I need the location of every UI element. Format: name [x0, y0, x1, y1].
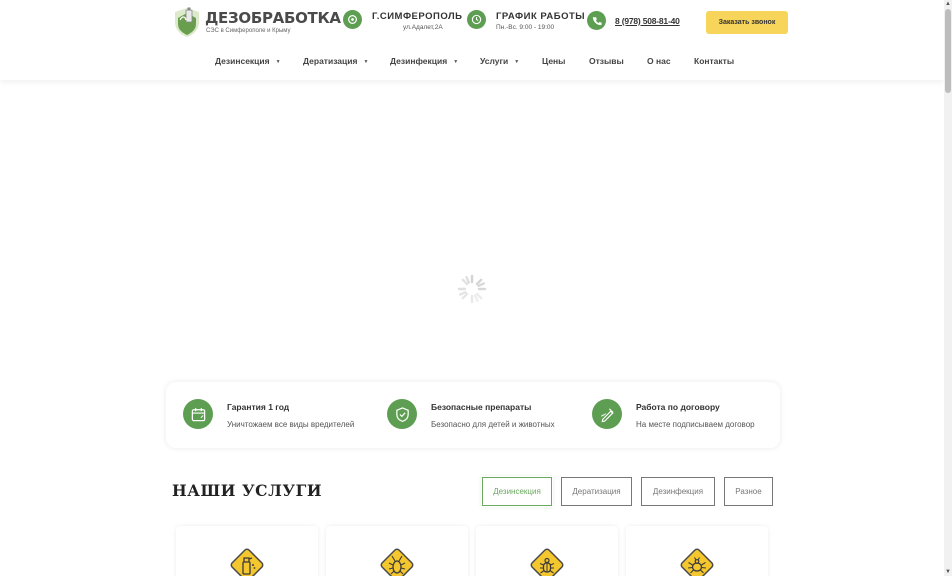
tab-deratization[interactable]: Дератизация: [561, 477, 632, 506]
feature-title: Гарантия 1 год: [227, 402, 290, 412]
tab-disinsection[interactable]: Дезинсекция: [482, 477, 552, 506]
location-pin-icon: [343, 10, 362, 29]
nav-item-label: Дератизация: [303, 56, 358, 66]
feature-description: На месте подписываем договор: [636, 420, 755, 429]
page: ДЕЗОБРАБОТКА СЭС в Симферополе и Крыму Г…: [0, 0, 952, 576]
nav-item-label: Дезинсекция: [215, 56, 270, 66]
phone-icon: [587, 11, 606, 30]
feature-description: Безопасно для детей и животных: [431, 420, 555, 429]
features-panel: Гарантия 1 год Уничтожаем все виды вреди…: [166, 382, 780, 448]
page-scrollbar[interactable]: ▲ ▼: [944, 0, 952, 576]
nav-item-deratization[interactable]: Дератизация ▼: [303, 56, 368, 66]
address: ул.Адалет,2А: [403, 24, 443, 31]
header: ДЕЗОБРАБОТКА СЭС в Симферополе и Крыму Г…: [0, 0, 944, 44]
service-card[interactable]: [476, 526, 618, 576]
chevron-down-icon: ▼: [514, 59, 520, 65]
scroll-up-arrow-icon[interactable]: ▲: [944, 0, 952, 8]
nav-item-label: Услуги: [480, 56, 509, 66]
cockroach-icon: [380, 548, 414, 576]
nav-item-disinsection[interactable]: Дезинсекция ▼: [215, 56, 281, 66]
tab-misc[interactable]: Разное: [724, 477, 773, 506]
feature-title: Безопасные препараты: [431, 402, 532, 412]
feature-description: Уничтожаем все виды вредителей: [227, 420, 355, 429]
schedule-hours: Пн.-Вс. 9:00 - 19:00: [496, 24, 555, 31]
chevron-down-icon: ▼: [453, 59, 459, 65]
nav-item-services[interactable]: Услуги ▼: [480, 56, 519, 66]
feature-safe-preparations: Безопасные препараты Безопасно для детей…: [387, 382, 587, 448]
loading-spinner-icon: [457, 274, 487, 304]
chevron-down-icon: ▼: [363, 59, 369, 65]
scroll-thumb[interactable]: [945, 9, 951, 93]
logo-shield-icon: [175, 7, 199, 37]
city-name: Г.СИМФЕРОПОЛЬ: [372, 11, 463, 22]
location-block: Г.СИМФЕРОПОЛЬ ул.Адалет,2А: [343, 10, 462, 34]
shield-check-icon: [387, 399, 417, 429]
service-card[interactable]: [626, 526, 768, 576]
nav-item-reviews[interactable]: Отзывы: [589, 56, 624, 66]
service-card[interactable]: [176, 526, 318, 576]
nav-item-about[interactable]: О нас: [647, 56, 671, 66]
feature-guarantee: Гарантия 1 год Уничтожаем все виды вреди…: [183, 382, 383, 448]
schedule-block: ГРАФИК РАБОТЫ Пн.-Вс. 9:00 - 19:00: [467, 10, 585, 34]
nav-item-disinfection[interactable]: Дезинфекция ▼: [390, 56, 458, 66]
feature-contract: Работа по договору На месте подписываем …: [592, 382, 792, 448]
chevron-down-icon: ▼: [275, 59, 281, 65]
nav-item-label: Дезинфекция: [390, 56, 448, 66]
tab-disinfection[interactable]: Дезинфекция: [641, 477, 715, 506]
services-heading: НАШИ УСЛУГИ: [172, 481, 323, 500]
logo[interactable]: ДЕЗОБРАБОТКА СЭС в Симферополе и Крыму: [172, 5, 341, 39]
schedule-title: ГРАФИК РАБОТЫ: [496, 11, 586, 22]
request-callback-button[interactable]: Заказать звонок: [706, 11, 788, 34]
feature-title: Работа по договору: [636, 402, 720, 412]
contract-pen-icon: [592, 399, 622, 429]
bug-icon: [680, 548, 714, 576]
beetle-icon: [530, 548, 564, 576]
calendar-icon: [183, 399, 213, 429]
logo-name: ДЕЗОБРАБОТКА: [205, 9, 341, 27]
clock-icon: [467, 10, 486, 29]
spray-bottle-icon: [230, 548, 264, 576]
scroll-down-arrow-icon[interactable]: ▼: [944, 568, 952, 576]
service-card[interactable]: [326, 526, 468, 576]
nav-item-contacts[interactable]: Контакты: [694, 56, 734, 66]
phone-number-link[interactable]: 8 (978) 508-81-40: [615, 16, 680, 26]
logo-tagline: СЭС в Симферополе и Крыму: [206, 28, 291, 34]
nav-item-prices[interactable]: Цены: [542, 56, 565, 66]
main-nav: Дезинсекция ▼ Дератизация ▼ Дезинфекция ▼ У…: [0, 44, 944, 80]
